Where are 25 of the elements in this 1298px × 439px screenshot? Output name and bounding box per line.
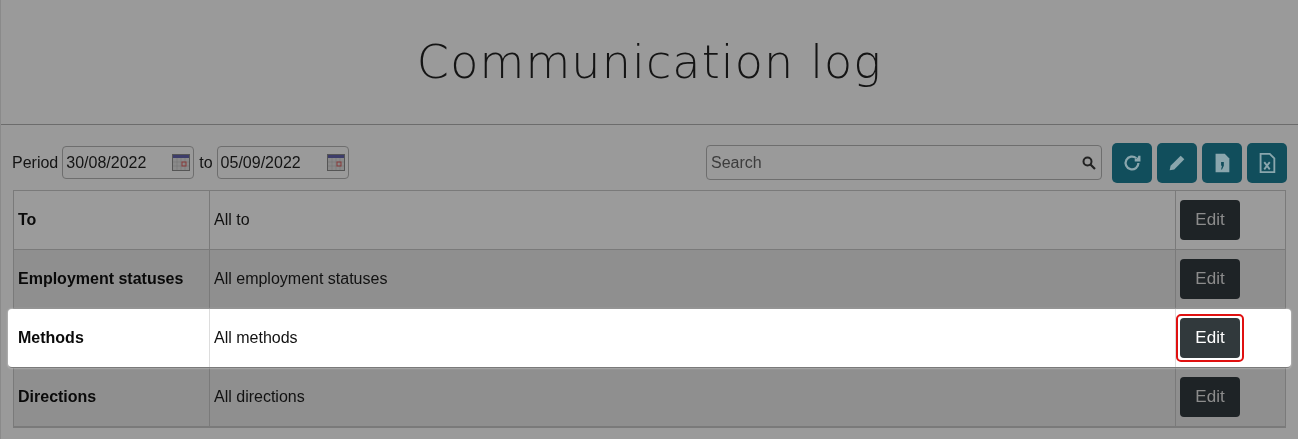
edit-button[interactable]: Edit: [1180, 318, 1240, 358]
row-label: Methods: [18, 328, 84, 348]
csv-button[interactable]: [1202, 142, 1242, 183]
row-label: Employment statuses: [18, 269, 184, 289]
row-label: Directions: [18, 387, 97, 407]
row-value: All to: [214, 210, 250, 230]
search-icon: [1082, 156, 1096, 170]
calendar-icon[interactable]: [326, 154, 345, 171]
row-value: All methods: [214, 328, 298, 348]
edit-button[interactable]: Edit: [1180, 377, 1240, 417]
search-field[interactable]: Search: [706, 145, 1102, 180]
page-title: Communication log: [416, 33, 883, 91]
edit-button[interactable]: Edit: [1180, 259, 1240, 299]
date-field[interactable]: 05/09/2022: [216, 146, 349, 179]
excel-button[interactable]: [1247, 142, 1287, 183]
row-label: To: [18, 210, 37, 230]
row-value: All employment statuses: [214, 269, 388, 289]
period-label: Period: [12, 152, 59, 173]
date-field[interactable]: 30/08/2022: [62, 146, 195, 179]
row-value: All directions: [214, 387, 305, 407]
edit-button[interactable]: [1157, 142, 1197, 183]
refresh-button[interactable]: [1112, 142, 1152, 183]
to-label: to: [199, 152, 213, 173]
edit-button[interactable]: Edit: [1180, 200, 1240, 240]
calendar-icon[interactable]: [172, 154, 191, 171]
